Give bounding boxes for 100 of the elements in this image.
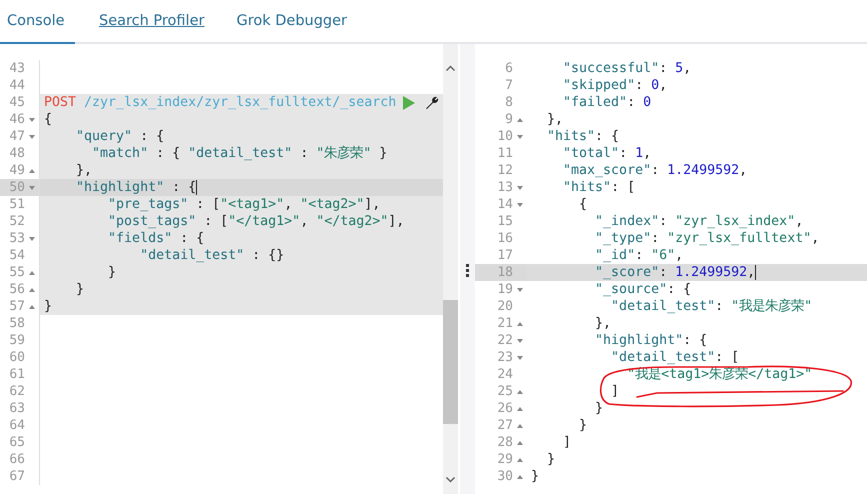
line-number: 7 (504, 78, 513, 93)
tab[interactable]: Console (0, 0, 75, 44)
line-number: 54 (8, 248, 25, 263)
caret-up-icon[interactable] (29, 304, 35, 308)
scroll-up-icon[interactable] (446, 65, 455, 71)
line-number: 13 (496, 180, 513, 195)
code-line: }, (546, 111, 564, 128)
line-number: 14 (496, 197, 513, 212)
scrollbar-thumb[interactable] (443, 300, 458, 424)
caret-up-icon[interactable] (517, 118, 523, 122)
line-number: 50 (8, 180, 25, 195)
play-icon[interactable] (402, 96, 415, 110)
code-line: "hits": [ (562, 179, 636, 196)
code-line: "_id": "6", (594, 247, 684, 264)
line-number: 49 (8, 163, 25, 178)
caret-down-icon[interactable] (29, 186, 35, 190)
code-line: } (594, 400, 604, 417)
caret-down-icon[interactable] (29, 134, 35, 138)
caret-up-icon[interactable] (29, 288, 35, 292)
caret-down-icon[interactable] (517, 356, 523, 360)
code-line: "match" : { "detail_test" : "朱彦荣" } (91, 145, 388, 162)
caret-down-icon[interactable] (517, 338, 523, 342)
code-line: "successful": 5, (562, 60, 692, 77)
line-number: 9 (504, 112, 513, 127)
code-line: { (578, 196, 588, 213)
line-number: 55 (8, 265, 25, 280)
caret-down-icon[interactable] (29, 236, 35, 240)
code-line: { (44, 111, 54, 128)
line-number: 6 (504, 61, 513, 76)
code-line: "_index": "zyr_lsx_index", (594, 213, 804, 230)
line-number: 17 (496, 248, 513, 263)
caret-down-icon[interactable] (517, 288, 523, 292)
code-line: "fields" : { (107, 230, 206, 247)
caret-down-icon[interactable] (517, 134, 523, 138)
line-number: 25 (496, 384, 513, 399)
line-number: 58 (8, 316, 25, 331)
line-number: 62 (8, 384, 25, 399)
code-line: "total": 1, (562, 145, 652, 162)
line-number: 47 (8, 129, 25, 144)
line-number: 60 (8, 350, 25, 365)
line-number: 63 (8, 401, 25, 416)
code-line: "pre_tags" : ["<tag1>", "<tag2>"], (107, 196, 382, 213)
drag-handle-icon[interactable] (466, 264, 469, 277)
caret-up-icon[interactable] (517, 406, 523, 410)
caret-up-icon[interactable] (517, 390, 523, 394)
code-line: } (44, 298, 54, 315)
code-line: } (578, 417, 588, 434)
line-number: 51 (8, 197, 25, 212)
line-number: 65 (8, 435, 25, 450)
line-number: 29 (496, 452, 513, 467)
wrench-icon[interactable] (425, 96, 439, 110)
line-number: 28 (496, 435, 513, 450)
line-number: 12 (496, 163, 513, 178)
caret-up-icon[interactable] (517, 440, 523, 444)
caret-up-icon[interactable] (29, 168, 35, 172)
caret-down-icon[interactable] (517, 202, 523, 206)
line-number: 53 (8, 231, 25, 246)
caret-up-icon[interactable] (517, 458, 523, 462)
caret-up-icon[interactable] (517, 322, 523, 326)
line-number: 27 (496, 418, 513, 433)
code-line: "skipped": 0, (562, 77, 668, 94)
line-number: 44 (8, 78, 25, 93)
caret-up-icon[interactable] (517, 424, 523, 428)
line-number: 8 (504, 95, 513, 110)
caret-up-icon[interactable] (517, 474, 523, 478)
code-line: "failed": 0 (562, 94, 652, 111)
line-number: 23 (496, 350, 513, 365)
code-line: "_score": 1.2499592, (594, 264, 758, 281)
scrollbar-track[interactable] (443, 44, 458, 494)
line-number: 24 (496, 367, 513, 382)
line-number: 59 (8, 333, 25, 348)
line-number: 10 (496, 129, 513, 144)
tab[interactable]: Search Profiler (91, 0, 212, 44)
caret-down-icon[interactable] (517, 186, 523, 190)
code-line: } (75, 281, 86, 298)
line-number: 15 (496, 214, 513, 229)
code-line: }, (594, 315, 612, 332)
line-number: 11 (496, 146, 513, 161)
line-number: 56 (8, 282, 25, 297)
line-number: 22 (496, 333, 513, 348)
line-number: 19 (496, 282, 513, 297)
code-line: "query" : { (75, 128, 166, 145)
line-number: 30 (496, 469, 513, 484)
code-line: "_type": "zyr_lsx_fulltext", (594, 230, 820, 247)
line-number: 16 (496, 231, 513, 246)
code-line: } (107, 264, 118, 281)
line-number: 52 (8, 214, 25, 229)
line-number: 18 (496, 265, 513, 280)
line-number: 45 (8, 95, 25, 110)
code-line: }, (75, 162, 94, 179)
scroll-down-icon[interactable] (446, 477, 455, 483)
line-number: 46 (8, 112, 25, 127)
code-line: "hits": { (546, 128, 620, 145)
line-number: 61 (8, 367, 25, 382)
caret-down-icon[interactable] (29, 118, 35, 122)
code-line: } (531, 468, 540, 485)
tab[interactable]: Grok Debugger (228, 0, 356, 44)
code-line: ] (610, 383, 620, 400)
caret-up-icon[interactable] (29, 270, 35, 274)
line-number: 66 (8, 452, 25, 467)
